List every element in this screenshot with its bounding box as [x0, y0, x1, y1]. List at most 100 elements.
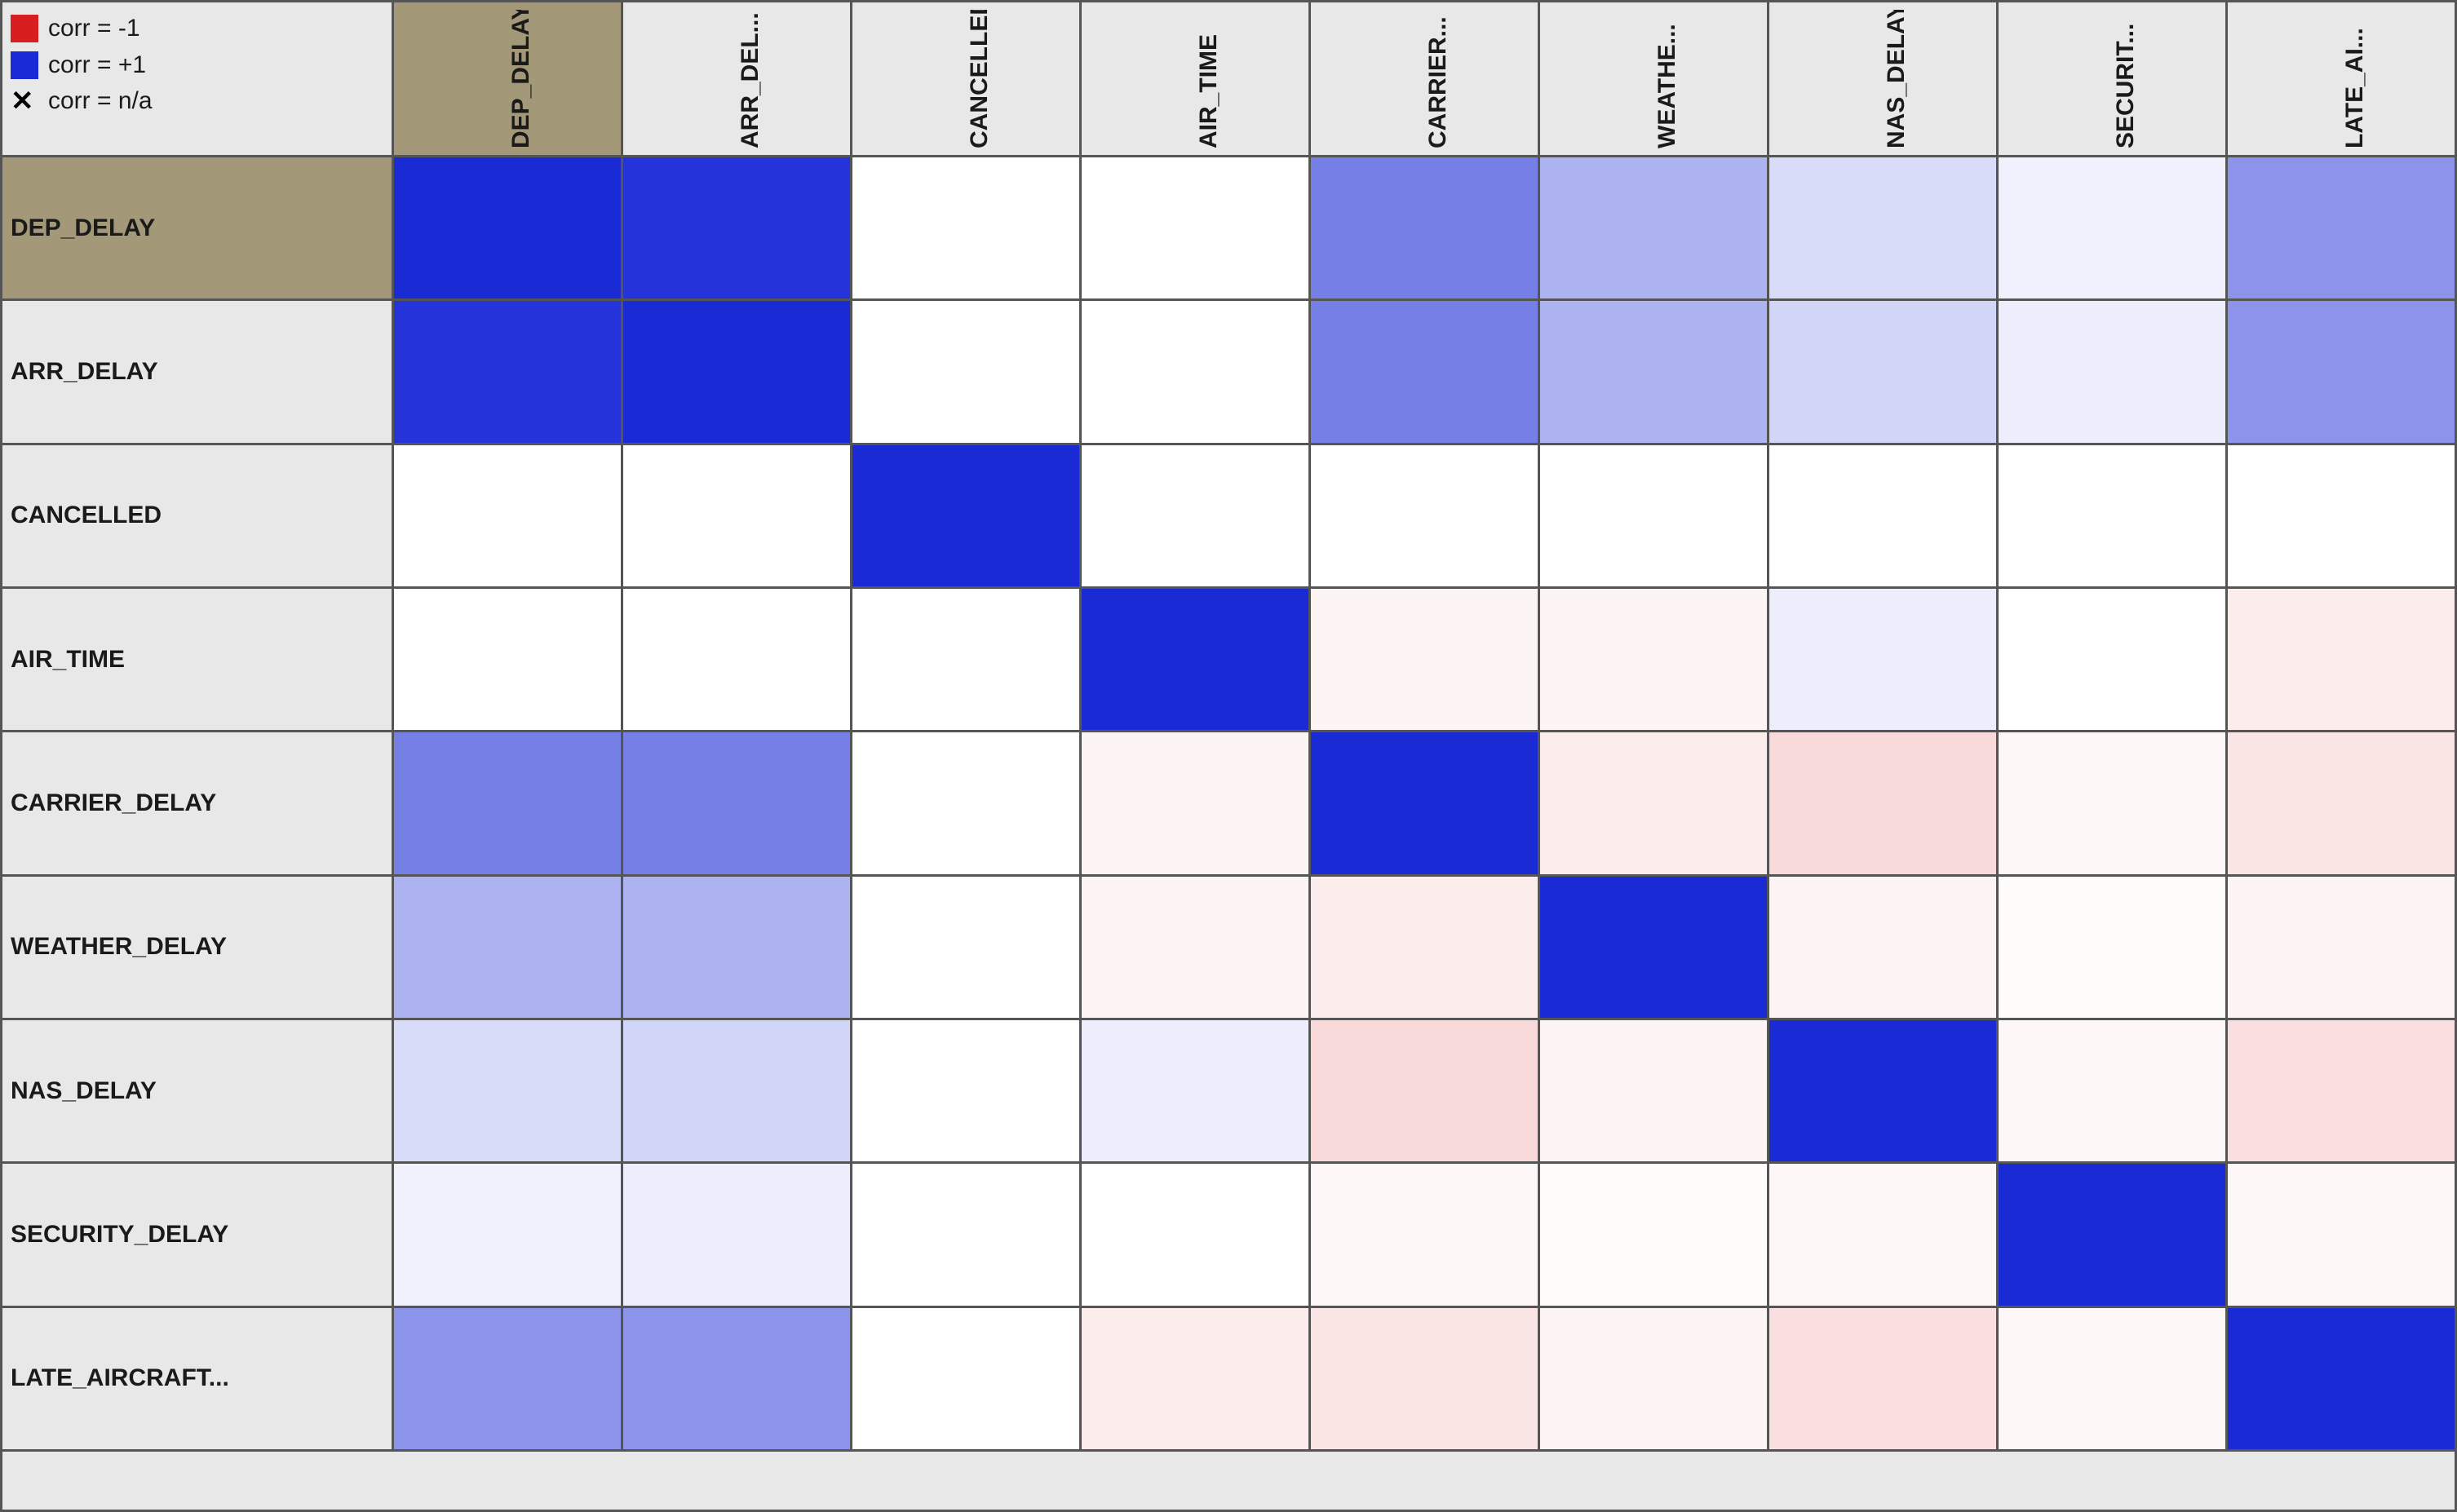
row-head-air_time[interactable]: AIR_TIME [2, 589, 394, 732]
corr-cell[interactable] [394, 301, 623, 444]
corr-cell[interactable] [1311, 1020, 1540, 1164]
row-head-security_delay[interactable]: SECURITY_DELAY [2, 1164, 394, 1307]
corr-cell[interactable] [852, 1020, 1082, 1164]
corr-cell[interactable] [1082, 1020, 1311, 1164]
row-head-cancelled[interactable]: CANCELLED [2, 445, 394, 589]
corr-cell[interactable] [1082, 1308, 1311, 1452]
corr-cell[interactable] [1769, 877, 1999, 1020]
corr-cell[interactable] [623, 1164, 852, 1307]
corr-cell[interactable] [2228, 1020, 2457, 1164]
row-head-arr_delay[interactable]: ARR_DELAY [2, 301, 394, 444]
corr-cell[interactable] [394, 589, 623, 732]
legend-na: corr = n/a [11, 85, 383, 118]
corr-cell[interactable] [1540, 732, 1769, 876]
corr-cell[interactable] [623, 301, 852, 444]
corr-cell[interactable] [1769, 1020, 1999, 1164]
corr-cell[interactable] [1540, 157, 1769, 301]
corr-cell[interactable] [1540, 1020, 1769, 1164]
corr-cell[interactable] [623, 589, 852, 732]
corr-cell[interactable] [852, 445, 1082, 589]
corr-cell[interactable] [1769, 732, 1999, 876]
corr-cell[interactable] [1082, 877, 1311, 1020]
corr-cell[interactable] [623, 1020, 852, 1164]
corr-cell[interactable] [852, 301, 1082, 444]
corr-cell[interactable] [394, 1308, 623, 1452]
col-head-security_delay[interactable]: SECURIT... [1999, 2, 2228, 157]
corr-cell[interactable] [1999, 589, 2228, 732]
row-head-weather_delay[interactable]: WEATHER_DELAY [2, 877, 394, 1020]
corr-cell[interactable] [394, 732, 623, 876]
row-head-late_aircraft_delay[interactable]: LATE_AIRCRAFT... [2, 1308, 394, 1452]
col-head-cancelled[interactable]: CANCELLED [852, 2, 1082, 157]
corr-cell[interactable] [394, 877, 623, 1020]
corr-cell[interactable] [1311, 157, 1540, 301]
corr-cell[interactable] [1082, 589, 1311, 732]
corr-cell[interactable] [2228, 1164, 2457, 1307]
corr-cell[interactable] [2228, 877, 2457, 1020]
corr-cell[interactable] [623, 445, 852, 589]
corr-cell[interactable] [1082, 157, 1311, 301]
corr-cell[interactable] [1769, 301, 1999, 444]
corr-cell[interactable] [1311, 732, 1540, 876]
corr-cell[interactable] [2228, 732, 2457, 876]
corr-cell[interactable] [852, 589, 1082, 732]
corr-cell[interactable] [2228, 1308, 2457, 1452]
corr-cell[interactable] [1311, 589, 1540, 732]
corr-cell[interactable] [2228, 157, 2457, 301]
corr-cell[interactable] [1540, 877, 1769, 1020]
row-head-nas_delay[interactable]: NAS_DELAY [2, 1020, 394, 1164]
corr-cell[interactable] [1999, 1020, 2228, 1164]
corr-cell[interactable] [1999, 877, 2228, 1020]
corr-cell[interactable] [2228, 301, 2457, 444]
corr-cell[interactable] [394, 157, 623, 301]
corr-cell[interactable] [1082, 732, 1311, 876]
corr-cell[interactable] [394, 1164, 623, 1307]
corr-cell[interactable] [1999, 445, 2228, 589]
corr-cell[interactable] [1769, 1164, 1999, 1307]
corr-cell[interactable] [1311, 877, 1540, 1020]
corr-cell[interactable] [1082, 445, 1311, 589]
corr-cell[interactable] [1540, 589, 1769, 732]
corr-cell[interactable] [623, 157, 852, 301]
corr-cell[interactable] [1082, 1164, 1311, 1307]
corr-cell[interactable] [1769, 445, 1999, 589]
corr-cell[interactable] [1769, 157, 1999, 301]
corr-cell[interactable] [852, 1308, 1082, 1452]
corr-cell[interactable] [1999, 1164, 2228, 1307]
corr-cell[interactable] [2228, 445, 2457, 589]
col-head-nas_delay[interactable]: NAS_DELAY [1769, 2, 1999, 157]
corr-cell[interactable] [852, 157, 1082, 301]
corr-cell[interactable] [394, 1020, 623, 1164]
corr-cell[interactable] [394, 445, 623, 589]
corr-cell[interactable] [1999, 732, 2228, 876]
corr-cell[interactable] [623, 732, 852, 876]
corr-cell[interactable] [623, 1308, 852, 1452]
corr-cell[interactable] [1540, 1164, 1769, 1307]
corr-cell[interactable] [1999, 1308, 2228, 1452]
corr-cell[interactable] [1999, 301, 2228, 444]
col-head-weather_delay[interactable]: WEATHE... [1540, 2, 1769, 157]
col-head-air_time[interactable]: AIR_TIME [1082, 2, 1311, 157]
col-head-arr_delay[interactable]: ARR_DEL... [623, 2, 852, 157]
corr-cell[interactable] [1540, 445, 1769, 589]
corr-cell[interactable] [1540, 301, 1769, 444]
corr-cell[interactable] [1999, 157, 2228, 301]
corr-cell[interactable] [1311, 1164, 1540, 1307]
corr-cell[interactable] [1311, 445, 1540, 589]
col-head-late_aircraft_delay[interactable]: LATE_AI... [2228, 2, 2457, 157]
corr-cell[interactable] [623, 877, 852, 1020]
corr-cell[interactable] [852, 732, 1082, 876]
corr-cell[interactable] [852, 877, 1082, 1020]
col-head-dep_delay[interactable]: DEP_DELAY [394, 2, 623, 157]
corr-cell[interactable] [2228, 589, 2457, 732]
corr-cell[interactable] [852, 1164, 1082, 1307]
corr-cell[interactable] [1769, 589, 1999, 732]
col-head-carrier_delay[interactable]: CARRIER... [1311, 2, 1540, 157]
corr-cell[interactable] [1082, 301, 1311, 444]
row-head-carrier_delay[interactable]: CARRIER_DELAY [2, 732, 394, 876]
row-head-dep_delay[interactable]: DEP_DELAY [2, 157, 394, 301]
corr-cell[interactable] [1769, 1308, 1999, 1452]
corr-cell[interactable] [1540, 1308, 1769, 1452]
corr-cell[interactable] [1311, 1308, 1540, 1452]
corr-cell[interactable] [1311, 301, 1540, 444]
